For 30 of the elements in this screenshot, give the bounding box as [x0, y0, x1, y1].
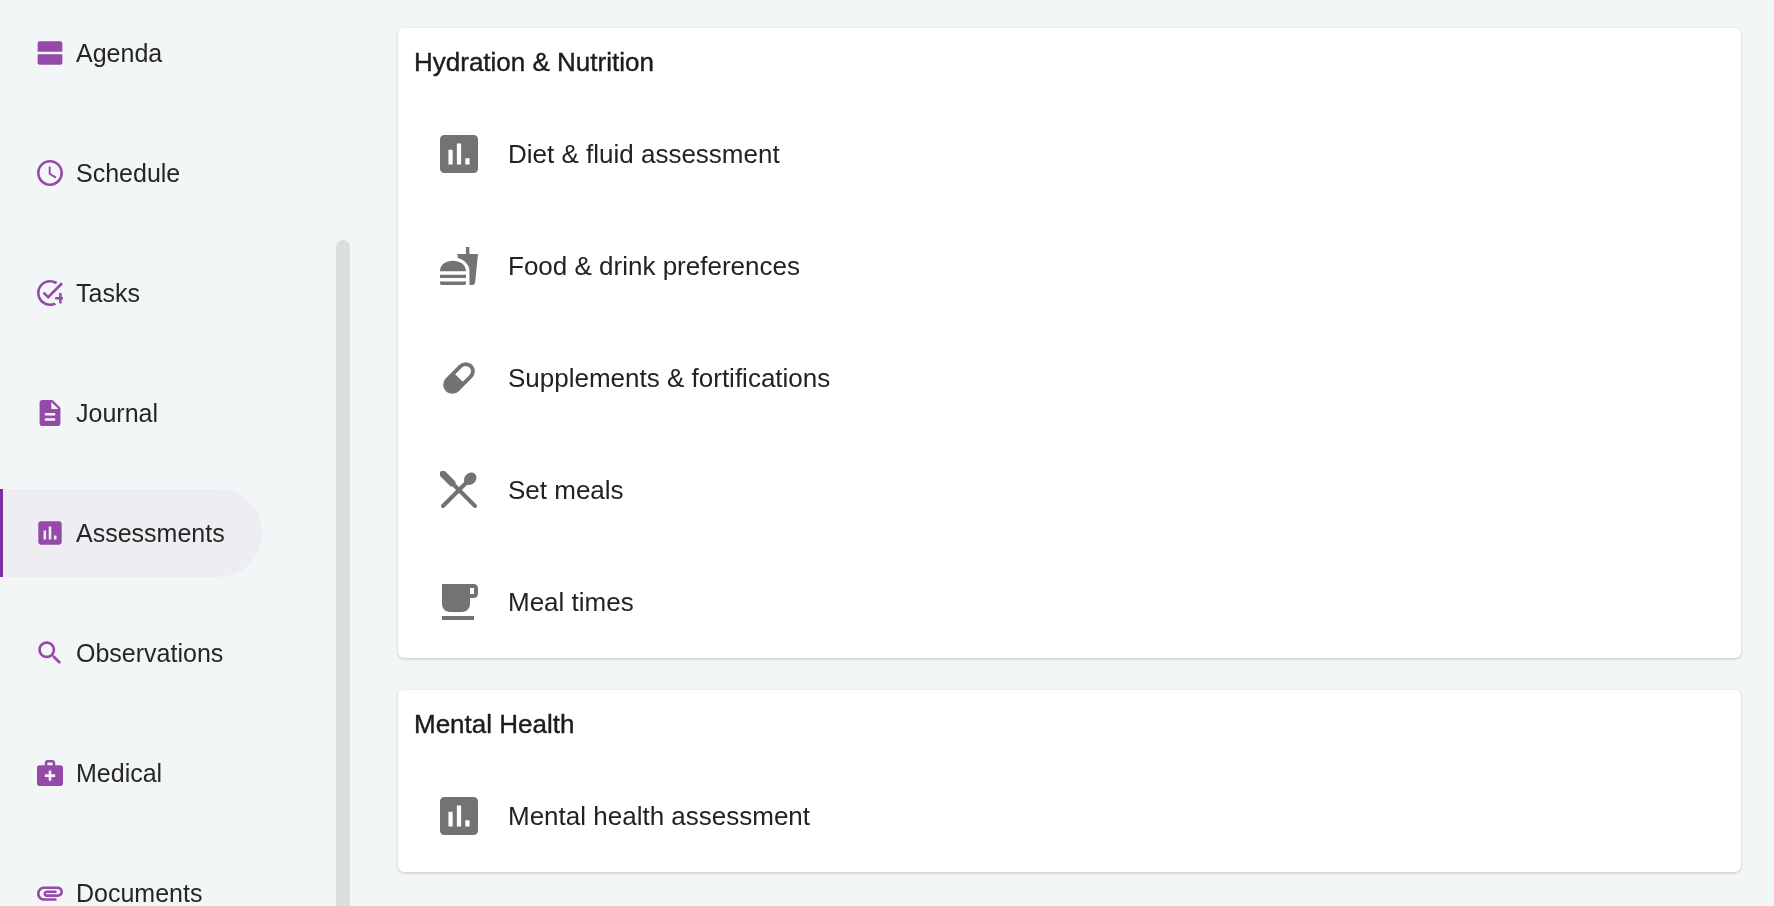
- medical-kit-icon: [37, 760, 63, 786]
- capsule-icon: [440, 359, 478, 397]
- bar-chart-icon: [37, 520, 63, 546]
- list-item[interactable]: Food & drink preferences: [440, 247, 800, 285]
- document-icon: [37, 400, 63, 426]
- check-circle-plus-icon: [37, 280, 63, 306]
- section-title: Mental Health: [413, 708, 576, 741]
- sidebar-item[interactable]: Observations: [0, 609, 262, 697]
- bar-chart-icon: [440, 135, 478, 173]
- burger-and-drink-icon: [440, 247, 478, 285]
- sidebar-item[interactable]: Schedule: [0, 129, 262, 217]
- list-item[interactable]: Supplements & fortifications: [440, 359, 831, 397]
- list-item[interactable]: Meal times: [440, 583, 634, 621]
- cup-icon: [440, 583, 478, 621]
- sidebar-item[interactable]: Agenda: [0, 9, 262, 97]
- scrollbar-thumb[interactable]: [336, 240, 350, 906]
- sidebar-item[interactable]: Medical: [0, 729, 262, 817]
- list-item[interactable]: Set meals: [440, 471, 624, 509]
- sidebar-item[interactable]: Tasks: [0, 249, 262, 337]
- spoon-and-knife-icon: [440, 471, 478, 509]
- search-icon: [37, 640, 63, 666]
- list-item[interactable]: Diet & fluid assessment: [440, 135, 780, 173]
- list-item[interactable]: Mental health assessment: [440, 797, 811, 835]
- sidebar-item[interactable]: Journal: [0, 369, 262, 457]
- stacked-bars-icon: [37, 40, 63, 66]
- clock-icon: [37, 160, 63, 186]
- bar-chart-icon: [440, 797, 478, 835]
- sidebar-item[interactable]: Assessments: [0, 489, 262, 577]
- section-title: Hydration & Nutrition: [413, 46, 655, 79]
- sidebar-item[interactable]: Documents: [0, 849, 262, 906]
